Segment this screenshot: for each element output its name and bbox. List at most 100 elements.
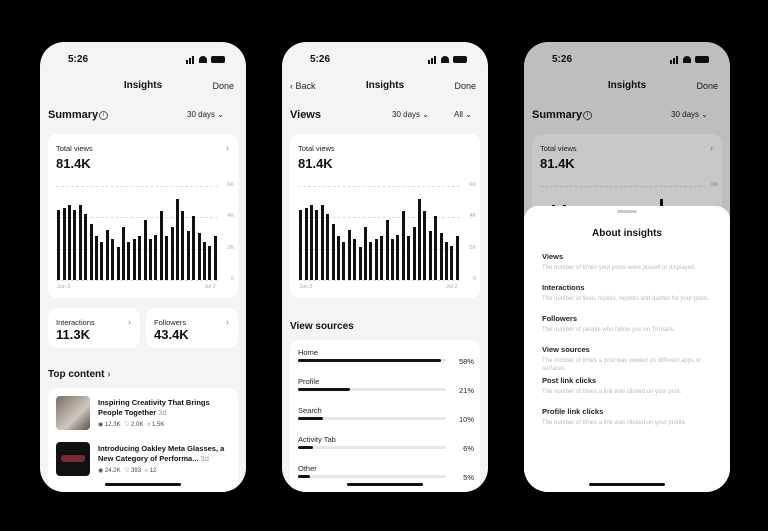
chart-bar[interactable] xyxy=(374,239,378,280)
chart-bar[interactable] xyxy=(358,247,362,280)
chart-bar[interactable] xyxy=(396,234,400,280)
chart-bar[interactable] xyxy=(450,245,454,280)
chart-bar[interactable] xyxy=(111,239,115,280)
chart-bar[interactable] xyxy=(428,231,432,280)
chart-bar[interactable] xyxy=(170,226,174,280)
source-track xyxy=(298,475,446,478)
battery-icon xyxy=(453,56,467,63)
chart-bar[interactable] xyxy=(149,239,152,280)
chart-bar[interactable] xyxy=(347,229,351,280)
chart-bar[interactable] xyxy=(73,209,77,280)
post-item[interactable]: Introducing Oakley Meta Glasses, a New C… xyxy=(56,442,230,482)
views-icon: ◉ xyxy=(98,422,104,428)
chart-bar[interactable] xyxy=(213,236,217,280)
status-bar: 5:26 xyxy=(282,42,488,76)
chart-bar[interactable] xyxy=(116,247,120,280)
chart-bar[interactable] xyxy=(95,236,98,280)
chart-bar[interactable] xyxy=(369,242,373,280)
chart-bar[interactable] xyxy=(165,236,169,280)
chart-bar[interactable] xyxy=(391,239,394,280)
post-stats: ◉ 12.3K ♡ 2.0K ○ 1.5K xyxy=(98,421,164,428)
post-views: 12.3K xyxy=(104,422,121,428)
chart-bar[interactable] xyxy=(401,211,405,280)
sheet-grabber[interactable] xyxy=(617,210,637,213)
source-row: Activity Tab 6% xyxy=(298,435,474,461)
source-name: Activity Tab xyxy=(298,435,336,444)
chart-bar[interactable] xyxy=(353,239,357,280)
term-description: The number of times a link was clicked o… xyxy=(542,389,682,395)
insight-term: Interactions The number of likes, replies… xyxy=(542,283,716,303)
chart-bar[interactable] xyxy=(176,198,179,280)
chart-bar[interactable] xyxy=(455,236,459,280)
term-name: Interactions xyxy=(542,283,585,292)
chart-bar[interactable] xyxy=(78,204,82,280)
chart-bar[interactable] xyxy=(304,207,308,280)
insight-term: Profile link clicks The number of times a… xyxy=(542,407,716,427)
source-row: Other 5% xyxy=(298,464,474,490)
range-label: 30 days xyxy=(187,110,216,119)
chart-bar[interactable] xyxy=(62,207,66,280)
post-item[interactable]: Inspiring Creativity That Brings People … xyxy=(56,396,230,436)
chart-bar[interactable] xyxy=(89,223,93,280)
chart-bar[interactable] xyxy=(299,209,303,280)
chart-bar[interactable] xyxy=(57,209,61,280)
chart-bar[interactable] xyxy=(385,220,389,280)
chart-bar[interactable] xyxy=(127,242,131,280)
chart-bar[interactable] xyxy=(68,204,71,280)
range-dropdown[interactable]: 30 days ⌄ xyxy=(392,110,429,119)
top-content-title[interactable]: Top content › xyxy=(48,369,111,380)
x-tick-start: Jun 3 xyxy=(57,284,71,290)
chart-bar[interactable] xyxy=(439,233,443,280)
chart-bar[interactable] xyxy=(337,236,340,280)
term-name: Profile link clicks xyxy=(542,407,604,416)
total-views-value: 81.4K xyxy=(298,156,333,171)
chart-bar[interactable] xyxy=(364,226,367,280)
chart-bar[interactable] xyxy=(342,242,346,280)
source-row: Home 58% xyxy=(298,348,474,374)
views-chart: 6K 4K 2K 0 xyxy=(56,182,234,282)
post-age: 3d xyxy=(200,454,209,463)
sources-list: Home 58% Profile 21% Search 10% Activity Tab 6%… xyxy=(282,348,488,492)
range-dropdown[interactable]: 30 days ⌄ xyxy=(187,110,224,119)
chart-bar[interactable] xyxy=(132,239,136,280)
chart-bar[interactable] xyxy=(434,215,438,280)
chart-bar[interactable] xyxy=(138,236,142,280)
chart-bar[interactable] xyxy=(203,242,206,280)
chart-bar[interactable] xyxy=(181,211,185,280)
chart-bar[interactable] xyxy=(326,214,330,280)
chart-bar[interactable] xyxy=(122,226,125,280)
chart-bar[interactable] xyxy=(445,242,448,280)
total-views-value: 81.4K xyxy=(56,156,91,171)
chart-bar[interactable] xyxy=(154,234,158,280)
chart-bar[interactable] xyxy=(84,214,88,280)
post-likes: 2.0K xyxy=(131,422,144,428)
chart-bar[interactable] xyxy=(331,223,335,280)
done-button[interactable]: Done xyxy=(454,81,476,91)
chart-bar[interactable] xyxy=(197,233,201,280)
chart-bar[interactable] xyxy=(105,229,109,280)
chart-bar[interactable] xyxy=(315,209,319,280)
source-name: Search xyxy=(298,406,322,415)
filter-dropdown[interactable]: All ⌄ xyxy=(454,110,472,119)
chevron-right-icon: › xyxy=(226,143,229,153)
chart-bar[interactable] xyxy=(412,226,416,280)
chart-bar[interactable] xyxy=(192,215,196,280)
done-button[interactable]: Done xyxy=(212,81,234,91)
term-description: The number of people who follow you on T… xyxy=(542,327,676,333)
chart-bar[interactable] xyxy=(310,204,313,280)
chart-bar[interactable] xyxy=(423,211,427,280)
interactions-card[interactable]: Interactions 11.3K › xyxy=(48,308,140,348)
chart-bar[interactable] xyxy=(418,198,421,280)
chart-bar[interactable] xyxy=(186,231,190,280)
followers-card[interactable]: Followers 43.4K › xyxy=(146,308,238,348)
chart-bar[interactable] xyxy=(143,220,147,280)
chart-bar[interactable] xyxy=(320,204,324,280)
chart-bar[interactable] xyxy=(380,236,384,280)
chart-bar[interactable] xyxy=(407,236,411,280)
chart-bar[interactable] xyxy=(159,211,163,280)
source-percent: 10% xyxy=(458,415,474,424)
chart-bar[interactable] xyxy=(100,242,104,280)
chart-bar[interactable] xyxy=(208,245,212,280)
total-views-card[interactable]: Total views 81.4K › 6K 4K 2K 0 Jun 3 Jul 2 xyxy=(48,134,238,298)
info-icon[interactable]: i xyxy=(99,111,108,120)
